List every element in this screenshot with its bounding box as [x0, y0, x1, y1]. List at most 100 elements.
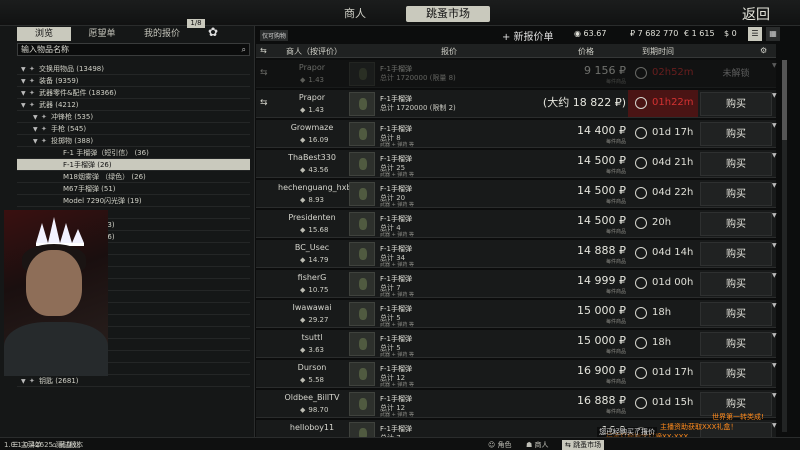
tab-browse[interactable]: 浏览	[17, 27, 71, 41]
trader-name[interactable]: Presidenten	[278, 213, 346, 222]
offer-row[interactable]: Presidenten15.68F-1手榴弹总计 4武器 + 弹药 等14 50…	[256, 210, 777, 238]
trader-name[interactable]: hechenguang_hxb	[278, 183, 352, 192]
offer-row[interactable]: ⇆Prapor1.43F-1手榴弹总计 1720000 (限量 8)9 156 …	[256, 60, 777, 88]
trader-name[interactable]: Durson	[278, 363, 346, 372]
category-item[interactable]: M18烟雾弹 （绿色） (26)	[17, 171, 250, 183]
grenade-icon[interactable]	[349, 392, 375, 416]
chevron-down-icon[interactable]: ▼	[21, 100, 29, 110]
chevron-down-icon[interactable]: ▼	[772, 92, 777, 99]
tab-traders[interactable]: 商人	[320, 6, 390, 22]
chevron-down-icon[interactable]: ▼	[33, 136, 41, 146]
column-price[interactable]: 价格	[578, 46, 594, 57]
buy-button[interactable]: 购买	[700, 272, 772, 296]
grenade-icon[interactable]	[349, 302, 375, 326]
buy-button[interactable]: 购买	[700, 122, 772, 146]
chevron-down-icon[interactable]: ▼	[21, 64, 29, 74]
category-item[interactable]: F-1 手榴弹（短引信） (36)	[17, 147, 250, 159]
trader-name[interactable]: fisherG	[278, 273, 346, 282]
buy-button[interactable]: 购买	[700, 182, 772, 206]
offer-row[interactable]: Growmaze16.09F-1手榴弹总计 8武器 + 弹药 等14 400 ₽…	[256, 120, 777, 148]
grenade-icon[interactable]	[349, 152, 375, 176]
tab-my-offers[interactable]: 我的报价	[133, 27, 191, 41]
grenade-icon[interactable]	[349, 122, 375, 146]
grenade-icon[interactable]	[349, 92, 375, 116]
search-input[interactable]: 输入物品名称 ⌕	[17, 43, 250, 56]
gear-icon[interactable]: ✿	[208, 25, 218, 39]
chevron-down-icon[interactable]: ▼	[772, 182, 777, 189]
buy-button[interactable]: 购买	[700, 302, 772, 326]
chevron-down-icon[interactable]: ▼	[33, 124, 41, 134]
trader-name[interactable]: Oldbee_BillTV	[278, 393, 346, 402]
chevron-down-icon[interactable]: ▼	[21, 76, 29, 86]
column-expires[interactable]: 到期时间	[642, 46, 674, 57]
trader-name[interactable]: Prapor	[278, 93, 346, 102]
flea-market-button[interactable]: ⇆ 跳蚤市场	[562, 440, 605, 450]
scroll-thumb[interactable]	[782, 60, 787, 140]
buy-button[interactable]: 购买	[700, 92, 772, 116]
tab-wishlist[interactable]: 愿望单	[77, 27, 127, 41]
offer-row[interactable]: fisherG10.75F-1手榴弹总计 7武器 + 弹药 等14 999 ₽每…	[256, 270, 777, 298]
chevron-down-icon[interactable]: ▼	[772, 332, 777, 339]
offer-row[interactable]: Iwawawai29.27F-1手榴弹总计 5武器 + 弹药 等15 000 ₽…	[256, 300, 777, 328]
offer-row[interactable]: tsuttl3.63F-1手榴弹总计 5武器 + 弹药 等15 000 ₽每件商…	[256, 330, 777, 358]
grenade-icon[interactable]	[349, 62, 375, 86]
trader-name[interactable]: Iwawawai	[278, 303, 346, 312]
offer-row[interactable]: Oldbee_BillTV98.70F-1手榴弹总计 12武器 + 弹药 等16…	[256, 390, 777, 418]
character-button[interactable]: ☺ 角色	[488, 440, 512, 450]
grenade-icon[interactable]	[349, 212, 375, 236]
offer-row[interactable]: ⇆Prapor1.43F-1手榴弹总计 1720000 (限制 2)(大约 18…	[256, 90, 777, 118]
chevron-down-icon[interactable]: ▼	[772, 62, 777, 69]
chevron-down-icon[interactable]: ▼	[772, 242, 777, 249]
buy-button[interactable]: 购买	[700, 362, 772, 386]
trader-name[interactable]: Growmaze	[278, 123, 346, 132]
chevron-down-icon[interactable]: ▼	[772, 152, 777, 159]
category-item[interactable]: ▼ ✦ 武器 (4212)	[17, 99, 250, 111]
chevron-down-icon[interactable]: ▼	[33, 112, 41, 122]
offer-row[interactable]: ThaBest33043.56F-1手榴弹总计 25武器 + 弹药 等14 50…	[256, 150, 777, 178]
offer-row[interactable]: BC_Usec14.79F-1手榴弹总计 34武器 + 弹药 等14 888 ₽…	[256, 240, 777, 268]
offer-list-scrollbar[interactable]	[782, 60, 787, 432]
grenade-icon[interactable]	[349, 272, 375, 296]
back-button[interactable]: 返回	[742, 4, 770, 24]
chevron-down-icon[interactable]: ▼	[21, 88, 29, 98]
tab-flea-market[interactable]: 跳蚤市场	[406, 6, 490, 22]
new-offer-button[interactable]: + 新报价单	[502, 28, 554, 43]
grenade-icon[interactable]	[349, 332, 375, 356]
buy-button[interactable]: 购买	[700, 212, 772, 236]
trader-name[interactable]: Prapor	[278, 63, 346, 72]
chevron-down-icon[interactable]: ▼	[772, 392, 777, 399]
column-trader[interactable]: 商人（按评价）	[286, 46, 342, 57]
refresh-icon[interactable]: ⇆	[260, 46, 267, 55]
category-item[interactable]: Model 7290闪光弹 (19)	[17, 195, 250, 207]
buy-button[interactable]: 购买	[700, 332, 772, 356]
chevron-down-icon[interactable]: ▼	[21, 376, 29, 386]
grenade-icon[interactable]	[349, 242, 375, 266]
chevron-down-icon[interactable]: ▼	[772, 272, 777, 279]
buy-button[interactable]: 购买	[700, 152, 772, 176]
trader-name[interactable]: helloboy11	[278, 423, 346, 432]
offer-row[interactable]: Durson5.58F-1手榴弹总计 12武器 + 弹药 等16 900 ₽每件…	[256, 360, 777, 388]
category-item[interactable]: M67手榴弹 (51)	[17, 183, 250, 195]
chevron-down-icon[interactable]: ▼	[772, 122, 777, 129]
category-item[interactable]: ▼ ✦ 武器零件&配件 (18366)	[17, 87, 250, 99]
category-item[interactable]: ▼ ✦ 冲锋枪 (535)	[17, 111, 250, 123]
chevron-down-icon[interactable]: ▼	[772, 302, 777, 309]
trader-name[interactable]: ThaBest330	[278, 153, 346, 162]
traders-button[interactable]: ☗ 商人	[526, 440, 549, 450]
grenade-icon[interactable]	[349, 182, 375, 206]
buy-button[interactable]: 购买	[700, 242, 772, 266]
offer-row[interactable]: hechenguang_hxb8.93F-1手榴弹总计 20武器 + 弹药 等1…	[256, 180, 777, 208]
grid-view-icon[interactable]: ▦	[766, 27, 780, 41]
category-item[interactable]: ▼ ✦ 装备 (9359)	[17, 75, 250, 87]
grenade-icon[interactable]	[349, 362, 375, 386]
chevron-down-icon[interactable]: ▼	[772, 362, 777, 369]
trader-name[interactable]: BC_Usec	[278, 243, 346, 252]
hideout-button[interactable]: ⌂ 藏身处	[52, 440, 80, 450]
category-item[interactable]: ▼ ✦ 钥匙 (2681)	[17, 375, 250, 387]
category-item[interactable]: F-1手榴弹 (26)	[17, 159, 250, 171]
main-menu-button[interactable]: ☰ 主菜单	[12, 440, 42, 450]
search-icon[interactable]: ⌕	[242, 44, 246, 55]
category-item[interactable]: ▼ ✦ 手枪 (545)	[17, 123, 250, 135]
trader-name[interactable]: tsuttl	[278, 333, 346, 342]
category-item[interactable]: ▼ ✦ 交换用物品 (13498)	[17, 63, 250, 75]
